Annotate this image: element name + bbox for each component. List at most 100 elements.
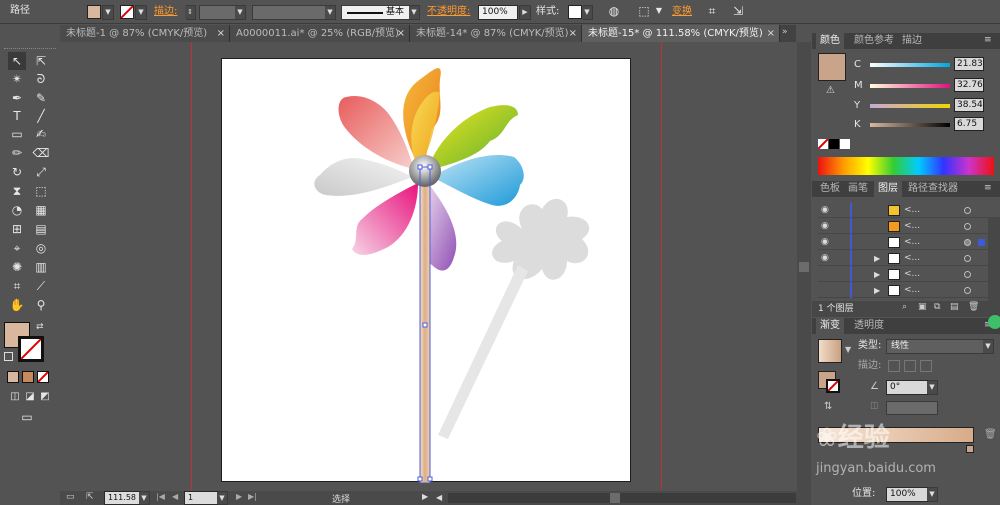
stroke-swatch[interactable] [120,5,134,19]
next-artboard-icon[interactable]: ▶ [236,492,242,501]
anchor-point[interactable] [427,476,433,482]
horizontal-scrollbar[interactable] [448,493,796,503]
channel-y-value[interactable]: 38.54 [954,98,984,112]
stroke-dropdown[interactable]: ▼ [135,5,147,20]
opacity-label[interactable]: 不透明度: [427,5,470,19]
eyedropper-tool-icon[interactable]: ⌖ [8,239,26,257]
target-icon[interactable] [964,223,971,230]
magic-wand-tool-icon[interactable]: ✴ [8,70,26,88]
width-tool-icon[interactable]: ⧗ [8,182,26,200]
expand-icon[interactable]: ▶ [874,283,880,298]
tab-document-2[interactable]: A0000011.ai* @ 25% (RGB/预览) × [230,25,410,42]
scroll-thumb[interactable] [610,493,620,503]
expand-icon[interactable]: ▶ [874,267,880,282]
swap-fill-stroke-icon[interactable]: ⇄ [36,322,46,332]
black-swatch[interactable] [829,139,839,149]
target-icon[interactable] [964,255,971,262]
fill-dropdown[interactable]: ▼ [102,5,114,20]
channel-k-value[interactable]: 6.75 [954,117,984,131]
layer-name[interactable]: <... [904,219,920,234]
color-preview-swatch[interactable] [818,53,846,81]
line-tool-icon[interactable]: ╱ [32,107,50,125]
page-field[interactable]: 1 [184,491,218,505]
tab-brushes[interactable]: 画笔 [844,181,872,197]
blend-tool-icon[interactable]: ◎ [32,239,50,257]
angle-dropdown[interactable]: ▼ [927,380,938,395]
none-swatch[interactable] [818,139,828,149]
perspective-grid-tool-icon[interactable]: ▦ [32,201,50,219]
layer-row[interactable]: ◉ <... [818,203,994,218]
position-field[interactable]: 100% [886,487,928,502]
layer-row[interactable]: ▶ <... [818,267,994,282]
anchor-point[interactable] [417,476,423,482]
artboard-tool-icon[interactable]: ⌗ [8,277,26,295]
zoom-dropdown[interactable]: ▼ [139,491,150,505]
graphic-style-swatch[interactable] [568,5,582,19]
isolate-icon[interactable]: ⌗ [704,4,720,20]
gradient-stop[interactable] [966,445,974,453]
layer-name[interactable]: <... [904,267,920,282]
variable-width-profile[interactable]: ▼ [252,5,336,20]
tab-document-4[interactable]: 未标题-15* @ 111.58% (CMYK/预览) × [582,25,780,42]
eye-icon[interactable]: ◉ [821,221,831,231]
close-icon[interactable]: × [397,25,405,42]
selected-art-indicator[interactable] [978,239,985,246]
scroll-left-icon[interactable]: ◀ [436,493,446,503]
target-icon[interactable] [964,287,971,294]
layer-row[interactable]: ◉ <... [818,219,994,234]
none-mode-icon[interactable] [37,371,49,383]
graphic-style-dropdown[interactable]: ▼ [582,5,593,20]
panel-menu-icon[interactable]: ≡ [984,35,992,45]
opacity-dropdown[interactable]: ▶ [519,5,531,20]
tab-color-guide[interactable]: 颜色参考 [850,33,898,49]
panel-menu-icon[interactable]: ⇲ [730,4,746,20]
tab-swatches[interactable]: 色板 [816,181,844,197]
pen-tool-icon[interactable]: ✒ [8,89,26,107]
anchor-point[interactable] [427,164,433,170]
status-menu-icon[interactable]: ▶ [422,492,428,501]
symbol-sprayer-tool-icon[interactable]: ✺ [8,258,26,276]
channel-y-slider[interactable] [870,104,950,108]
stroke-along-icon[interactable] [904,360,916,372]
tab-pathfinder[interactable]: 路径查找器 [904,181,962,197]
reverse-gradient-icon[interactable]: ⇅ [824,401,832,412]
share-icon[interactable]: ⇱ [86,492,94,502]
rectangle-tool-icon[interactable]: ▭ [8,125,26,143]
layer-name[interactable]: <... [904,283,920,298]
stroke-label[interactable]: 描边: [154,5,177,19]
brush-definition[interactable]: 基本 ▼ [341,5,420,20]
tab-gradient[interactable]: 渐变 [816,318,844,334]
recolor-artwork-icon[interactable]: ◍ [606,4,622,20]
expand-icon[interactable]: ▶ [874,251,880,266]
panel-menu-icon[interactable]: ≡ [984,183,992,193]
first-artboard-icon[interactable]: |◀ [156,492,165,501]
last-artboard-icon[interactable]: ▶| [248,492,257,501]
direct-selection-tool-icon[interactable]: ⇱ [32,52,50,70]
selection-tool-icon[interactable]: ↖ [8,52,26,70]
type-tool-icon[interactable]: T [8,107,26,125]
delete-stop-icon[interactable]: 🗑 [984,429,997,440]
gradient-dropdown-icon[interactable]: ▼ [845,345,851,354]
target-icon[interactable] [964,207,971,214]
artboard-nav-icon[interactable]: ▭ [66,492,75,502]
anchor-point[interactable] [417,164,423,170]
tabs-overflow-icon[interactable]: » [782,27,788,37]
gradient-stroke-box[interactable] [826,379,840,393]
free-transform-tool-icon[interactable]: ⬚ [32,182,50,200]
tab-document-3[interactable]: 未标题-14* @ 87% (CMYK/预览) × [410,25,582,42]
close-icon[interactable]: × [569,25,577,42]
eye-icon[interactable]: ◉ [821,237,831,247]
anchor-point[interactable] [422,322,428,328]
tab-transparency[interactable]: 透明度 [850,318,888,334]
mesh-tool-icon[interactable]: ⊞ [8,220,26,238]
fill-swatch[interactable] [87,5,101,19]
align-dropdown-icon[interactable]: ▼ [651,4,667,20]
shape-builder-tool-icon[interactable]: ◔ [8,201,26,219]
default-colors-icon[interactable] [4,352,13,361]
new-layer-icon[interactable]: ▤ [950,302,959,312]
close-icon[interactable]: × [217,25,225,42]
eye-icon[interactable] [821,269,831,279]
curvature-tool-icon[interactable]: ✎ [32,89,50,107]
prev-artboard-icon[interactable]: ◀ [172,492,178,501]
gradient-mode-icon[interactable] [22,371,34,383]
